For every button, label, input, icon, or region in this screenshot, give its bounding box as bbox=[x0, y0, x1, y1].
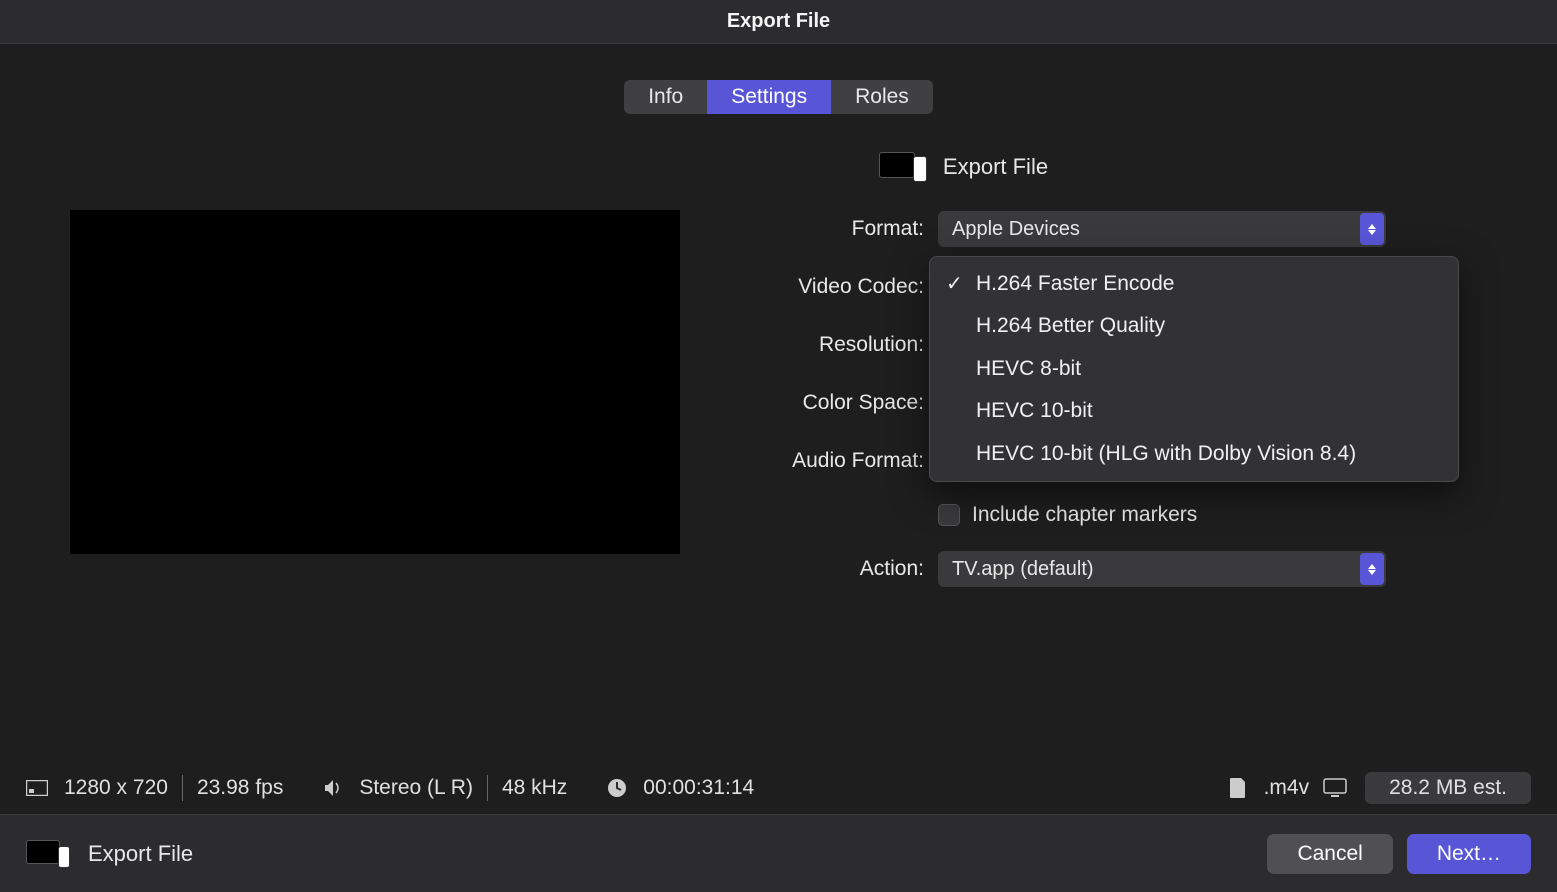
chapter-markers-label: Include chapter markers bbox=[972, 503, 1197, 527]
tab-settings[interactable]: Settings bbox=[707, 80, 831, 114]
video-preview bbox=[70, 210, 680, 554]
video-codec-dropdown: ✓ H.264 Faster Encode H.264 Better Quali… bbox=[929, 256, 1459, 482]
clock-icon bbox=[607, 778, 627, 798]
checkmark-icon: ✓ bbox=[946, 270, 963, 299]
action-value: TV.app (default) bbox=[952, 558, 1094, 581]
action-select[interactable]: TV.app (default) bbox=[938, 551, 1386, 587]
status-size-estimate: 28.2 MB est. bbox=[1365, 772, 1531, 804]
codec-option-h264-faster[interactable]: ✓ H.264 Faster Encode bbox=[930, 263, 1458, 305]
chevron-updown-icon bbox=[1360, 553, 1384, 585]
color-space-label: Color Space: bbox=[748, 391, 924, 415]
display-icon bbox=[1323, 778, 1347, 798]
devices-icon bbox=[879, 152, 927, 182]
audio-format-label: Audio Format: bbox=[748, 449, 924, 473]
export-header: Export File bbox=[370, 152, 1557, 182]
divider bbox=[487, 775, 488, 801]
titlebar: Export File bbox=[0, 0, 1557, 44]
aspect-icon bbox=[26, 780, 48, 796]
main-panel: Info Settings Roles Export File Format: … bbox=[0, 44, 1557, 814]
video-codec-label: Video Codec: bbox=[748, 275, 924, 299]
status-duration: 00:00:31:14 bbox=[643, 776, 754, 800]
footer: Export File Cancel Next… bbox=[0, 814, 1557, 892]
codec-option-hevc-hlg[interactable]: HEVC 10-bit (HLG with Dolby Vision 8.4) bbox=[930, 433, 1458, 475]
export-title: Export File bbox=[943, 154, 1048, 180]
settings-form: Format: Apple Devices Video Codec: Resol… bbox=[748, 210, 1487, 588]
window-title: Export File bbox=[727, 10, 830, 33]
codec-option-hevc-8bit[interactable]: HEVC 8-bit bbox=[930, 348, 1458, 390]
format-label: Format: bbox=[748, 217, 924, 241]
codec-option-hevc-10bit[interactable]: HEVC 10-bit bbox=[930, 390, 1458, 432]
chevron-updown-icon bbox=[1360, 213, 1384, 245]
status-audio: Stereo (L R) bbox=[359, 776, 473, 800]
status-resolution: 1280 x 720 bbox=[64, 776, 168, 800]
status-extension: .m4v bbox=[1264, 776, 1310, 800]
chapter-markers-checkbox[interactable] bbox=[938, 504, 960, 526]
devices-icon bbox=[26, 840, 70, 868]
divider bbox=[182, 775, 183, 801]
codec-option-h264-better[interactable]: H.264 Better Quality bbox=[930, 305, 1458, 347]
status-fps: 23.98 fps bbox=[197, 776, 283, 800]
speaker-icon bbox=[323, 779, 343, 797]
resolution-label: Resolution: bbox=[748, 333, 924, 357]
cancel-button[interactable]: Cancel bbox=[1267, 834, 1392, 874]
format-select[interactable]: Apple Devices bbox=[938, 211, 1386, 247]
action-label: Action: bbox=[748, 557, 924, 581]
tab-roles[interactable]: Roles bbox=[831, 80, 933, 114]
footer-title: Export File bbox=[88, 841, 193, 867]
tab-info[interactable]: Info bbox=[624, 80, 707, 114]
format-value: Apple Devices bbox=[952, 218, 1080, 241]
next-button[interactable]: Next… bbox=[1407, 834, 1531, 874]
tab-bar: Info Settings Roles bbox=[0, 80, 1557, 114]
status-bar: 1280 x 720 23.98 fps Stereo (L R) 48 kHz… bbox=[0, 762, 1557, 814]
file-icon bbox=[1230, 778, 1246, 798]
status-samplerate: 48 kHz bbox=[502, 776, 567, 800]
